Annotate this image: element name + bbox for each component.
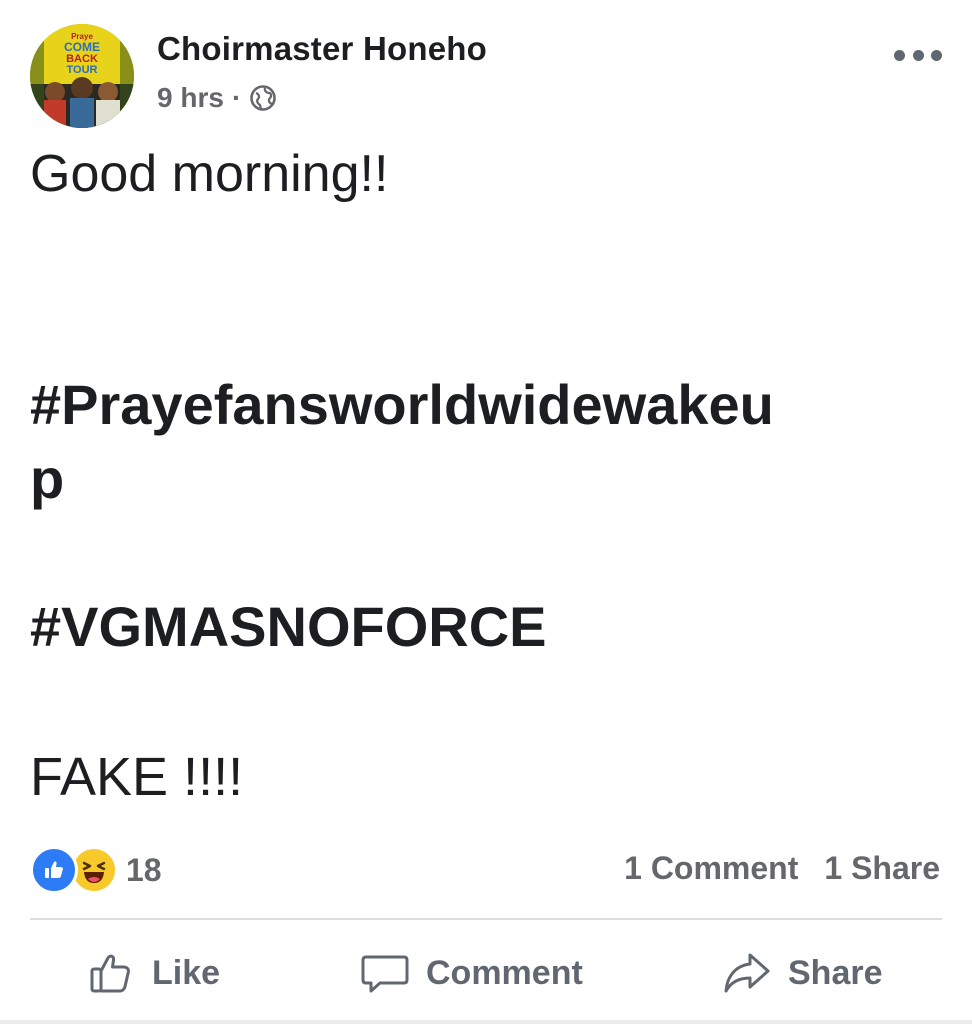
author-name[interactable]: Choirmaster Honeho <box>157 30 487 68</box>
thumbs-up-icon <box>90 954 130 993</box>
share-count[interactable]: 1 Share <box>824 850 940 887</box>
comment-label: Comment <box>426 953 583 992</box>
like-reaction-icon <box>30 846 78 894</box>
post-meta: 9 hrs · <box>157 82 277 114</box>
more-dot <box>912 49 924 61</box>
bottom-border <box>0 1020 972 1024</box>
post-time[interactable]: 9 hrs <box>157 82 224 114</box>
avatar-text-4: TOUR <box>67 64 98 76</box>
engagement-counts: 1 Comment 1 Share <box>624 850 940 887</box>
hashtag-vgmasnoforce[interactable]: #VGMASNOFORCE <box>30 594 547 659</box>
profile-avatar[interactable]: Praye COME BACK TOUR <box>30 24 134 128</box>
more-dot <box>931 49 942 61</box>
more-options-icon[interactable] <box>894 40 942 70</box>
comment-count[interactable]: 1 Comment <box>624 850 798 887</box>
share-button[interactable]: Share <box>722 940 883 1006</box>
meta-separator: · <box>231 82 242 113</box>
like-button[interactable]: Like <box>88 940 220 1006</box>
reaction-count[interactable]: 18 <box>126 852 162 889</box>
avatar-text-2: COME <box>64 40 100 54</box>
share-icon <box>724 953 770 993</box>
share-label: Share <box>788 953 883 992</box>
comment-button[interactable]: Comment <box>360 940 583 1006</box>
globe-icon[interactable] <box>249 84 277 112</box>
hashtag-prayefans-wrap[interactable]: p <box>30 446 64 511</box>
reactions-summary[interactable]: 18 <box>30 846 162 894</box>
like-label: Like <box>152 953 221 992</box>
hashtag-prayefans[interactable]: #Prayefansworldwidewakeu <box>30 372 774 437</box>
post-text-closing: FAKE !!!! <box>30 747 244 807</box>
post-text-greeting: Good morning!! <box>30 145 389 203</box>
divider <box>30 918 942 920</box>
comment-icon <box>361 955 409 993</box>
facebook-post: Praye COME BACK TOUR Choirmaster Honeho … <box>0 0 972 1024</box>
more-dot <box>894 49 905 61</box>
